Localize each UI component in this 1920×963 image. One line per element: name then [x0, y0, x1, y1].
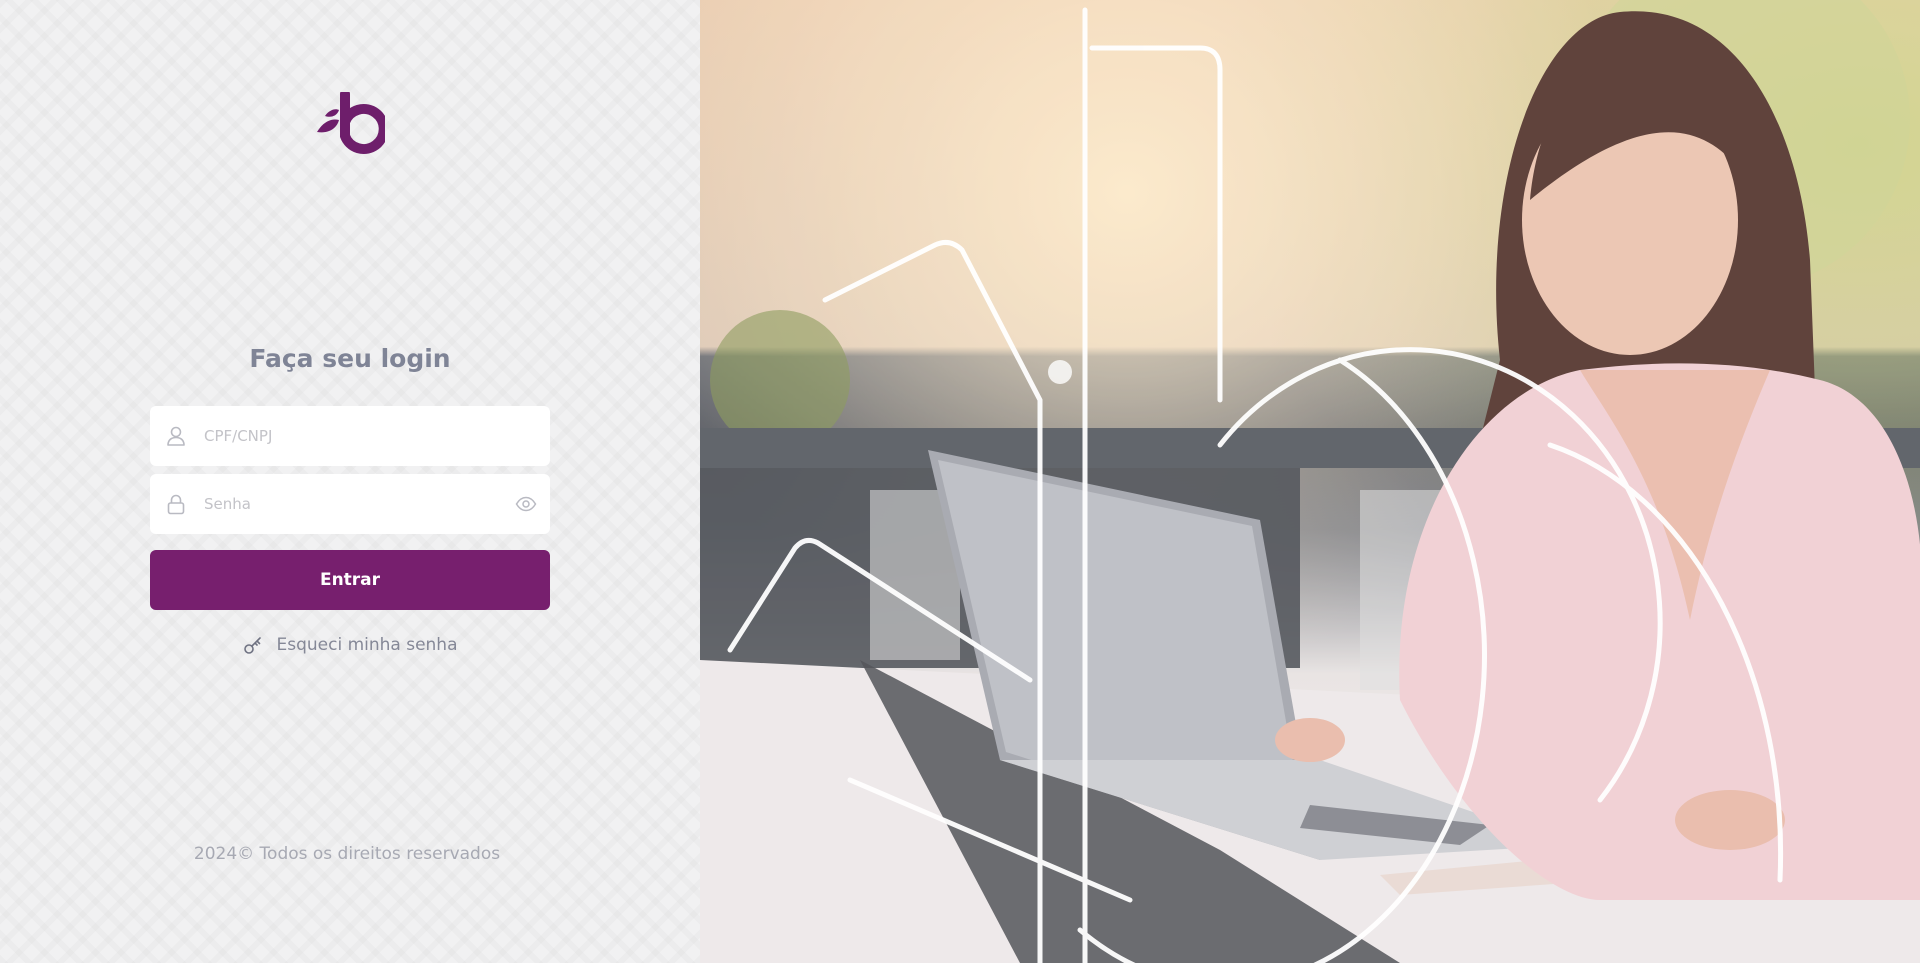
cpf-field[interactable]: [150, 406, 550, 466]
login-button[interactable]: Entrar: [150, 550, 550, 610]
password-input[interactable]: [204, 474, 514, 534]
key-icon: [242, 634, 264, 656]
user-icon: [164, 424, 188, 448]
forgot-password-link[interactable]: Esqueci minha senha: [0, 634, 700, 656]
forgot-password-label: Esqueci minha senha: [276, 635, 458, 655]
password-field[interactable]: [150, 474, 550, 534]
hero-image: [700, 0, 1920, 963]
brand-logo-icon: [317, 92, 385, 154]
lock-icon: [164, 492, 188, 516]
eye-icon[interactable]: [514, 492, 538, 516]
cpf-input[interactable]: [204, 406, 550, 466]
copyright-text: 2024© Todos os direitos reservados: [193, 844, 501, 864]
page-title: Faça seu login: [249, 344, 451, 373]
login-panel: Faça seu login Entrar: [0, 0, 700, 963]
